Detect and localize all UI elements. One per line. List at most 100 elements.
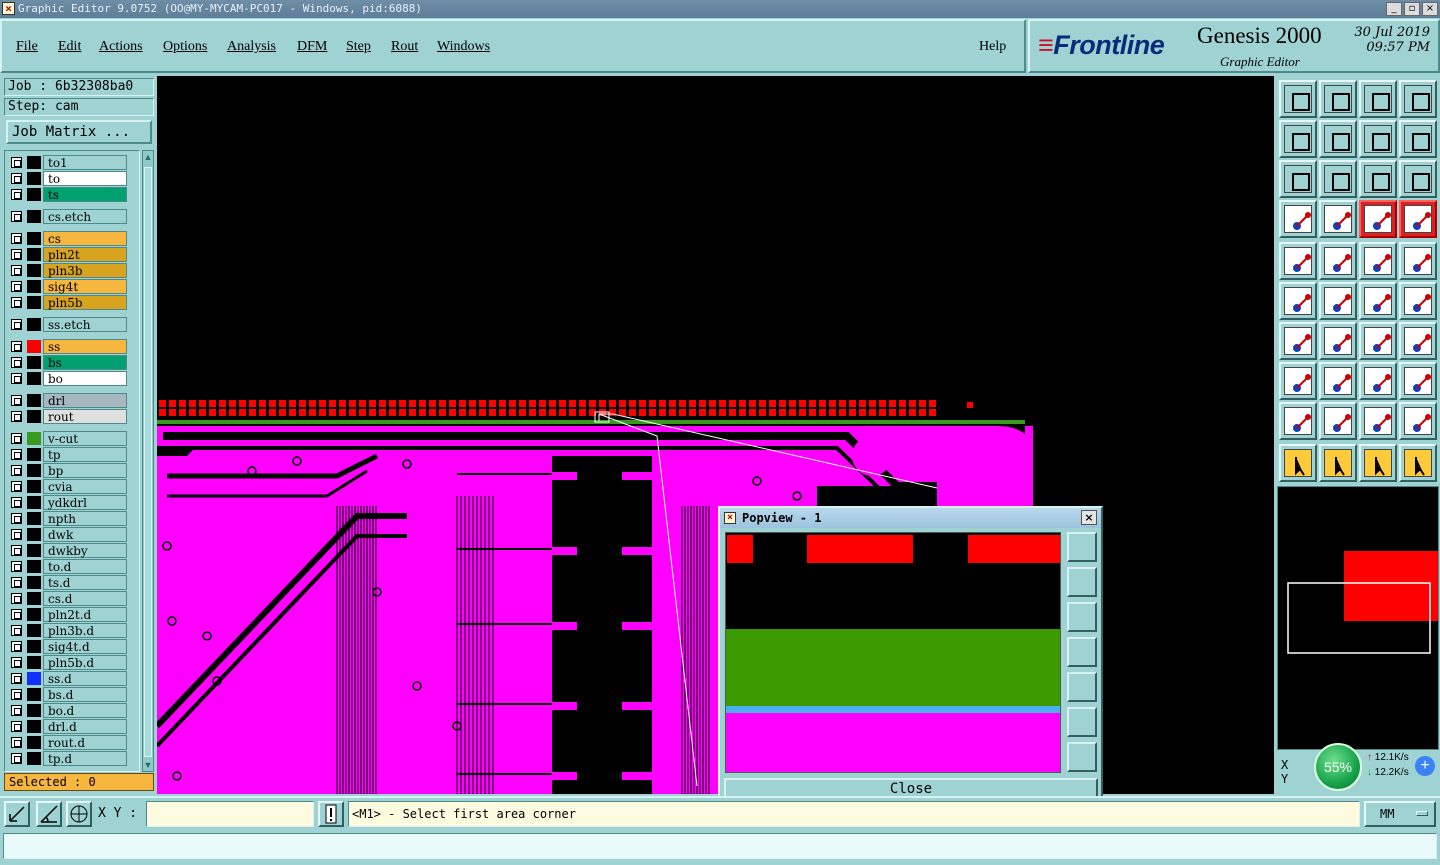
layer-row[interactable]: pln5b.d [7,655,127,670]
xy-input[interactable] [146,801,314,827]
layer-color-swatch[interactable] [27,394,41,407]
layer-checkbox[interactable] [11,593,22,604]
layer-row[interactable]: tp.d [7,751,127,766]
layer-row[interactable]: bs.d [7,687,127,702]
popview-zoom-out-icon[interactable] [1067,707,1097,737]
layer-checkbox[interactable] [11,449,22,460]
layer-color-swatch[interactable] [27,688,41,701]
layer-color-swatch[interactable] [27,720,41,733]
layer-color-swatch[interactable] [27,736,41,749]
layer-checkbox[interactable] [11,481,22,492]
maximize-button[interactable]: ▫ [1404,2,1420,16]
layer-color-swatch[interactable] [27,356,41,369]
layer-name[interactable]: bo.d [43,703,127,718]
layer-color-swatch[interactable] [27,248,41,261]
layer-row[interactable]: dwk [7,527,127,542]
select-point-icon[interactable] [1279,242,1317,280]
layer-row[interactable]: to.d [7,559,127,574]
layer-row[interactable]: to [7,171,127,186]
layer-checkbox[interactable] [11,357,22,368]
zoom-next-icon[interactable] [1319,120,1357,158]
layer-checkbox[interactable] [11,411,22,422]
layer-color-swatch[interactable] [27,576,41,589]
layer-checkbox[interactable] [11,189,22,200]
scroll-thumb[interactable] [144,167,152,757]
layer-color-swatch[interactable] [27,592,41,605]
layer-row[interactable]: ts [7,187,127,202]
layer-color-swatch[interactable] [27,410,41,423]
move-icon[interactable] [1359,444,1397,482]
monitor-plus-button[interactable]: + [1415,756,1435,776]
layer-checkbox[interactable] [11,395,22,406]
popview-window[interactable]: × Popview - 1 × Close [718,506,1103,805]
popview-titlebar[interactable]: × Popview - 1 × [720,508,1101,528]
menu-edit[interactable]: Edit [58,39,81,55]
cross-icon[interactable] [1319,282,1357,320]
menu-actions[interactable]: Actions [99,39,143,55]
layer-checkbox[interactable] [11,737,22,748]
layer-name[interactable]: bp [43,463,127,478]
snap-corner-icon[interactable] [4,801,30,827]
job-matrix-button[interactable]: Job Matrix ... [6,120,152,144]
layer-color-swatch[interactable] [27,232,41,245]
layer-color-swatch[interactable] [27,210,41,223]
layer-name[interactable]: ss.d [43,671,127,686]
save-icon[interactable] [1319,80,1357,118]
layer-checkbox[interactable] [11,265,22,276]
layer-row[interactable]: dwkby [7,543,127,558]
measure-line-icon[interactable] [1319,242,1357,280]
layer-checkbox[interactable] [11,319,22,330]
layer-name[interactable]: dwk [43,527,127,542]
layer-checkbox[interactable] [11,233,22,244]
close-window-button[interactable]: × [1422,2,1438,16]
layer-color-swatch[interactable] [27,672,41,685]
arc-add-icon[interactable] [1399,282,1437,320]
trace-cross-icon[interactable] [1399,402,1437,440]
fit-screen-icon[interactable] [1279,160,1317,198]
net-select-icon[interactable] [1399,444,1437,482]
layer-name[interactable]: cs [43,231,127,246]
layer-name[interactable]: dwkby [43,543,127,558]
layer-name[interactable]: ts.d [43,575,127,590]
layer-name[interactable]: pln2t [43,247,127,262]
layer-checkbox[interactable] [11,529,22,540]
layer-name[interactable]: cs.d [43,591,127,606]
layer-row[interactable]: ss.d [7,671,127,686]
layer-checkbox[interactable] [11,561,22,572]
layer-color-swatch[interactable] [27,318,41,331]
layer-row[interactable]: bo [7,371,127,386]
cut-icon[interactable] [1319,362,1357,400]
menu-dfm[interactable]: DFM [297,39,327,55]
layer-row[interactable]: ss [7,339,127,354]
step-icon[interactable] [1359,120,1397,158]
transform-icon[interactable] [1399,362,1437,400]
open-job-icon[interactable] [1279,80,1317,118]
help-icon[interactable] [1399,160,1437,198]
layer-name[interactable]: drl [43,393,127,408]
layer-row[interactable]: ss.etch [7,317,127,332]
layer-color-swatch[interactable] [27,624,41,637]
popview-zoom-window-icon[interactable] [1067,532,1097,562]
menu-analysis[interactable]: Analysis [227,39,276,55]
home-icon[interactable] [1359,80,1397,118]
layers-off-icon[interactable] [1399,200,1437,238]
layer-row[interactable]: sig4t [7,279,127,294]
text-icon[interactable] [1399,322,1437,360]
layer-row[interactable]: sig4t.d [7,639,127,654]
menu-windows[interactable]: Windows [437,39,490,55]
layer-color-swatch[interactable] [27,640,41,653]
menu-file[interactable]: File [16,39,38,55]
trace-arc-icon[interactable] [1359,402,1397,440]
layer-row[interactable]: cs.d [7,591,127,606]
popview-pan-down-icon[interactable] [1067,602,1097,632]
menu-rout[interactable]: Rout [391,39,418,55]
layer-row[interactable]: bo.d [7,703,127,718]
layer-checkbox[interactable] [11,721,22,732]
layer-row[interactable]: rout.d [7,735,127,750]
layer-checkbox[interactable] [11,657,22,668]
popview-zoom-in-icon[interactable] [1067,742,1097,772]
layer-row[interactable]: npth [7,511,127,526]
layer-color-swatch[interactable] [27,172,41,185]
layer-checkbox[interactable] [11,609,22,620]
layer-name[interactable]: ydkdrl [43,495,127,510]
